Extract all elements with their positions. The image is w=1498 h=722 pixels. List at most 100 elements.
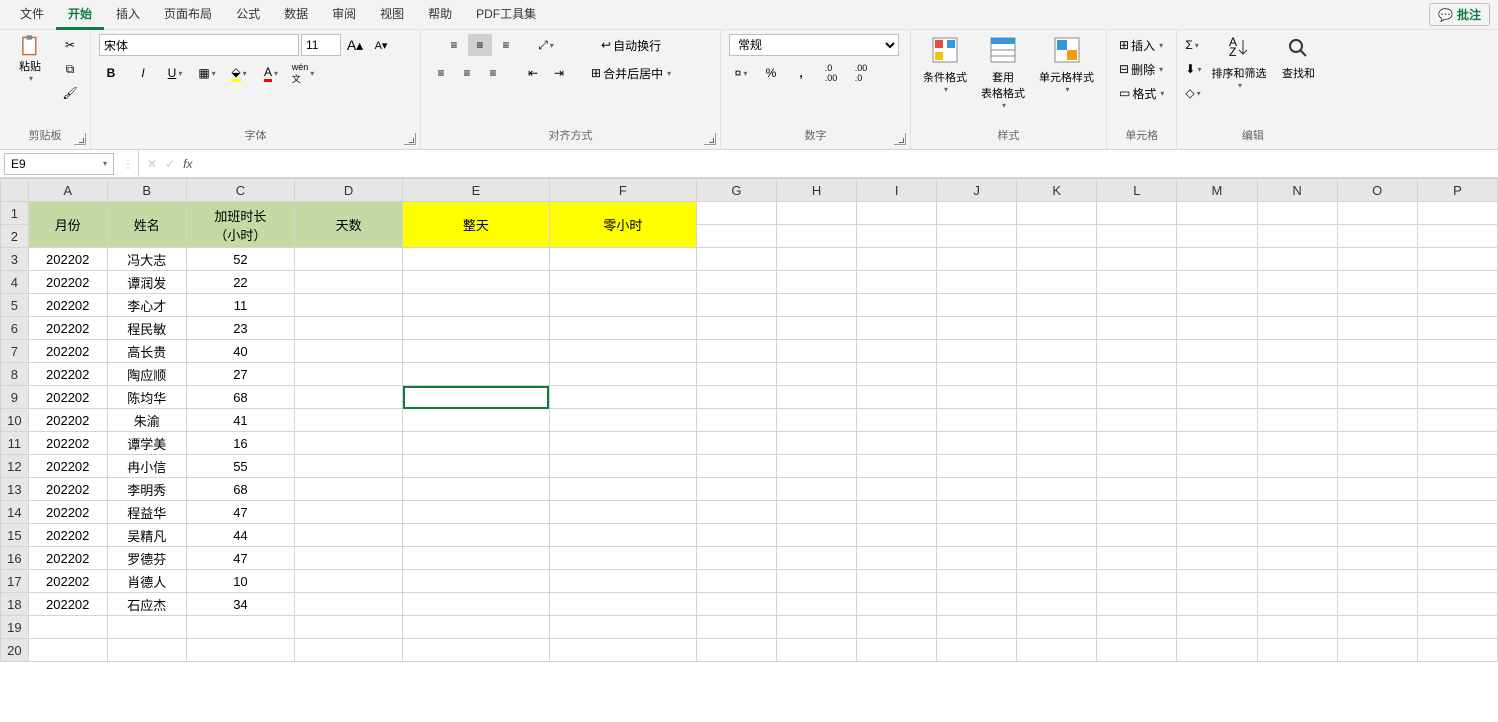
cell-M19[interactable] bbox=[1177, 616, 1257, 639]
align-center-button[interactable]: ≡ bbox=[455, 62, 479, 84]
formula-input[interactable] bbox=[200, 150, 1498, 177]
cell-J3[interactable] bbox=[937, 248, 1017, 271]
cell-C17[interactable]: 10 bbox=[186, 570, 295, 593]
cell-E13[interactable] bbox=[403, 478, 550, 501]
cell-G9[interactable] bbox=[696, 386, 776, 409]
row-header-17[interactable]: 17 bbox=[1, 570, 29, 593]
cell-C15[interactable]: 44 bbox=[186, 524, 295, 547]
cell-B19[interactable] bbox=[107, 616, 186, 639]
menu-tab-0[interactable]: 文件 bbox=[8, 0, 56, 30]
cell-D10[interactable] bbox=[295, 409, 403, 432]
align-top-button[interactable]: ≡ bbox=[442, 34, 466, 56]
cell-I14[interactable] bbox=[857, 501, 937, 524]
cell-F8[interactable] bbox=[549, 363, 696, 386]
col-header-G[interactable]: G bbox=[696, 179, 776, 202]
cell-D11[interactable] bbox=[295, 432, 403, 455]
cell-M17[interactable] bbox=[1177, 570, 1257, 593]
cell-A17[interactable]: 202202 bbox=[28, 570, 107, 593]
cell-P8[interactable] bbox=[1417, 363, 1497, 386]
cell-P16[interactable] bbox=[1417, 547, 1497, 570]
align-bottom-button[interactable]: ≡ bbox=[494, 34, 518, 56]
cell-I20[interactable] bbox=[857, 639, 937, 662]
cell-G12[interactable] bbox=[696, 455, 776, 478]
cell-J1[interactable] bbox=[937, 202, 1017, 225]
cell-F12[interactable] bbox=[549, 455, 696, 478]
copy-button[interactable]: ⧉ bbox=[58, 58, 82, 80]
cell-N4[interactable] bbox=[1257, 271, 1337, 294]
cell-P18[interactable] bbox=[1417, 593, 1497, 616]
cell-D7[interactable] bbox=[295, 340, 403, 363]
cell-K16[interactable] bbox=[1017, 547, 1097, 570]
find-select-button[interactable]: 查找和 bbox=[1276, 34, 1320, 83]
row-header-9[interactable]: 9 bbox=[1, 386, 29, 409]
cell-P12[interactable] bbox=[1417, 455, 1497, 478]
cell-A20[interactable] bbox=[28, 639, 107, 662]
row-header-18[interactable]: 18 bbox=[1, 593, 29, 616]
cell-M2[interactable] bbox=[1177, 225, 1257, 248]
row-header-1[interactable]: 1 bbox=[1, 202, 29, 225]
align-left-button[interactable]: ≡ bbox=[429, 62, 453, 84]
row-header-16[interactable]: 16 bbox=[1, 547, 29, 570]
cell-H17[interactable] bbox=[777, 570, 857, 593]
cell-I1[interactable] bbox=[857, 202, 937, 225]
cell-K18[interactable] bbox=[1017, 593, 1097, 616]
cell-C8[interactable]: 27 bbox=[186, 363, 295, 386]
cell-I19[interactable] bbox=[857, 616, 937, 639]
cell-C18[interactable]: 34 bbox=[186, 593, 295, 616]
cell-L19[interactable] bbox=[1097, 616, 1177, 639]
cell-P10[interactable] bbox=[1417, 409, 1497, 432]
cell-N19[interactable] bbox=[1257, 616, 1337, 639]
comma-button[interactable]: , bbox=[789, 62, 813, 84]
cell-F20[interactable] bbox=[549, 639, 696, 662]
cell-C1[interactable]: 加班时长 （小时） bbox=[186, 202, 295, 248]
paste-button[interactable]: 粘贴 ▾ bbox=[8, 34, 52, 85]
cell-A3[interactable]: 202202 bbox=[28, 248, 107, 271]
cell-N9[interactable] bbox=[1257, 386, 1337, 409]
cell-F14[interactable] bbox=[549, 501, 696, 524]
cell-A11[interactable]: 202202 bbox=[28, 432, 107, 455]
worksheet[interactable]: ABCDEFGHIJKLMNOP1月份姓名加班时长 （小时）天数整天零小时232… bbox=[0, 178, 1498, 722]
cell-F6[interactable] bbox=[549, 317, 696, 340]
align-middle-button[interactable]: ≡ bbox=[468, 34, 492, 56]
cell-G6[interactable] bbox=[696, 317, 776, 340]
cell-H9[interactable] bbox=[777, 386, 857, 409]
cell-M6[interactable] bbox=[1177, 317, 1257, 340]
sort-filter-button[interactable]: AZ 排序和筛选▾ bbox=[1207, 34, 1270, 92]
cell-O17[interactable] bbox=[1337, 570, 1417, 593]
cut-button[interactable]: ✂ bbox=[58, 34, 82, 56]
percent-button[interactable]: % bbox=[759, 62, 783, 84]
cell-B4[interactable]: 谭润发 bbox=[107, 271, 186, 294]
cell-M8[interactable] bbox=[1177, 363, 1257, 386]
cell-B5[interactable]: 李心才 bbox=[107, 294, 186, 317]
cell-C7[interactable]: 40 bbox=[186, 340, 295, 363]
cell-E5[interactable] bbox=[403, 294, 550, 317]
format-cells-button[interactable]: ▭格式▾ bbox=[1115, 82, 1168, 104]
cell-F7[interactable] bbox=[549, 340, 696, 363]
cell-B17[interactable]: 肖德人 bbox=[107, 570, 186, 593]
cell-E10[interactable] bbox=[403, 409, 550, 432]
cell-P7[interactable] bbox=[1417, 340, 1497, 363]
cell-N20[interactable] bbox=[1257, 639, 1337, 662]
enter-icon[interactable]: ✓ bbox=[165, 157, 175, 171]
row-header-13[interactable]: 13 bbox=[1, 478, 29, 501]
cell-H20[interactable] bbox=[777, 639, 857, 662]
cell-D1[interactable]: 天数 bbox=[295, 202, 403, 248]
menu-tab-8[interactable]: 帮助 bbox=[416, 0, 464, 30]
cell-P1[interactable] bbox=[1417, 202, 1497, 225]
cell-G8[interactable] bbox=[696, 363, 776, 386]
cell-C10[interactable]: 41 bbox=[186, 409, 295, 432]
merge-center-button[interactable]: ⊞ 合并后居中 ▾ bbox=[585, 62, 677, 84]
menu-tab-6[interactable]: 审阅 bbox=[320, 0, 368, 30]
cell-A7[interactable]: 202202 bbox=[28, 340, 107, 363]
col-header-O[interactable]: O bbox=[1337, 179, 1417, 202]
col-header-K[interactable]: K bbox=[1017, 179, 1097, 202]
cell-B1[interactable]: 姓名 bbox=[107, 202, 186, 248]
cell-L15[interactable] bbox=[1097, 524, 1177, 547]
cell-A10[interactable]: 202202 bbox=[28, 409, 107, 432]
cell-E15[interactable] bbox=[403, 524, 550, 547]
cell-J19[interactable] bbox=[937, 616, 1017, 639]
cell-H10[interactable] bbox=[777, 409, 857, 432]
row-header-15[interactable]: 15 bbox=[1, 524, 29, 547]
col-header-N[interactable]: N bbox=[1257, 179, 1337, 202]
cell-O1[interactable] bbox=[1337, 202, 1417, 225]
